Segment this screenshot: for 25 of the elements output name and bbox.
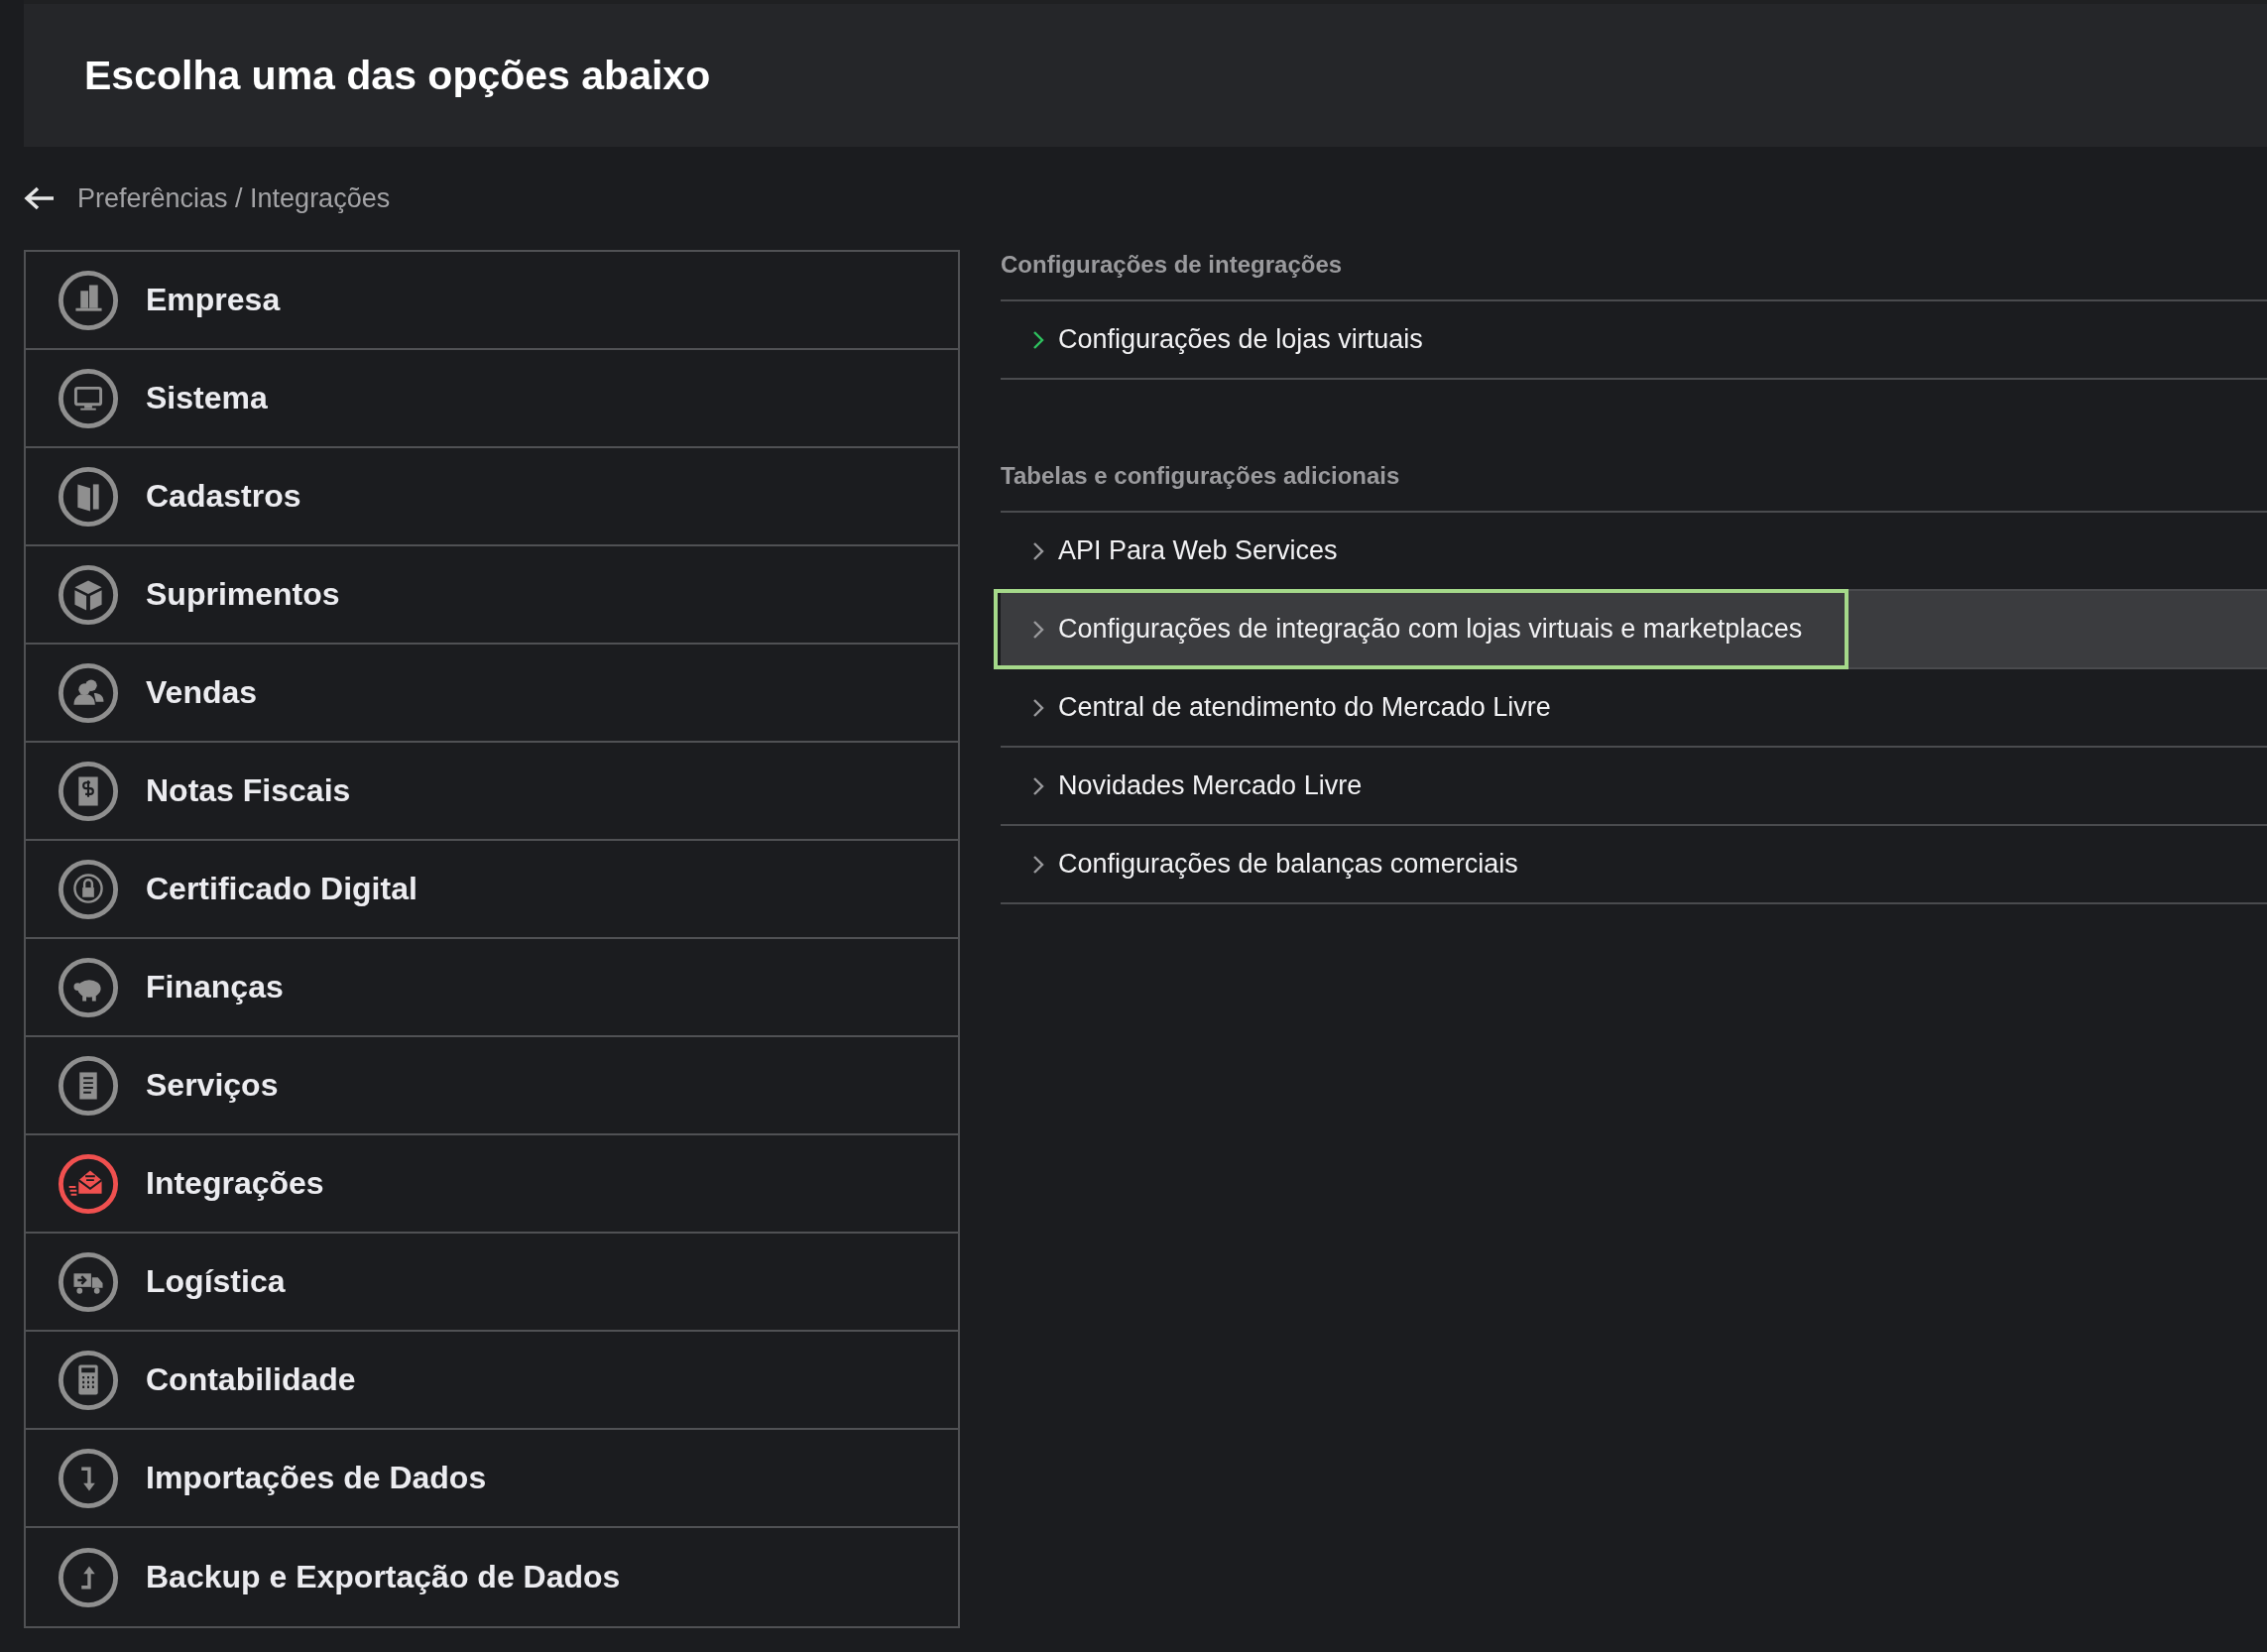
menu-item[interactable]: Serviços	[26, 1037, 958, 1135]
menu-item[interactable]: Cadastros	[26, 448, 958, 546]
menu-item[interactable]: Backup e Exportação de Dados	[26, 1528, 958, 1626]
menu-item[interactable]: Finanças	[26, 939, 958, 1037]
menu-item[interactable]: Suprimentos	[26, 546, 958, 645]
section-heading: Tabelas e configurações adicionais	[1001, 461, 2267, 513]
back-arrow-icon[interactable]	[24, 185, 56, 211]
settings-link[interactable]: Configurações de lojas virtuais	[1001, 301, 1423, 378]
settings-link[interactable]: Central de atendimento do Mercado Livre	[1001, 669, 1551, 746]
menu-item[interactable]: Vendas	[26, 645, 958, 743]
menu-item[interactable]: Empresa	[26, 252, 958, 350]
menu-item[interactable]: Contabilidade	[26, 1332, 958, 1430]
menu-item[interactable]: Logística	[26, 1234, 958, 1332]
settings-link[interactable]: API Para Web Services	[1001, 513, 1338, 589]
settings-link[interactable]: Configurações de integração com lojas virtuais e marketplaces	[994, 589, 1849, 669]
breadcrumb: Preferências / Integrações	[77, 182, 391, 214]
settings-link[interactable]: Novidades Mercado Livre	[1001, 748, 1363, 824]
settings-link[interactable]: Configurações de balanças comerciais	[1001, 826, 1518, 902]
menu-item[interactable]: Notas Fiscais	[26, 743, 958, 841]
section-heading: Configurações de integrações	[1001, 250, 2267, 301]
menu-item[interactable]: Importações de Dados	[26, 1430, 958, 1528]
menu-item[interactable]: Certificado Digital	[26, 841, 958, 939]
menu-item[interactable]: Sistema	[26, 350, 958, 448]
page-title: Escolha uma das opções abaixo	[84, 52, 711, 99]
menu-item[interactable]: Integrações	[26, 1135, 958, 1234]
